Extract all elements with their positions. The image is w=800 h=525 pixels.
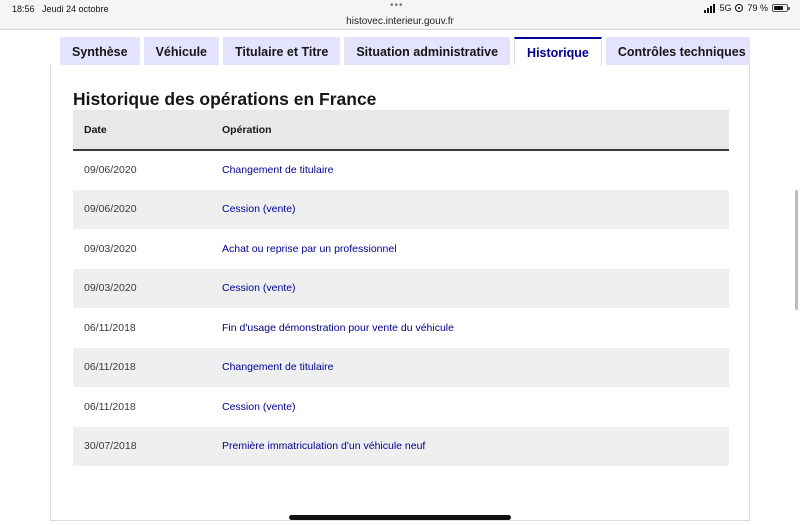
operation-link[interactable]: Cession (vente): [222, 268, 729, 308]
history-panel: Historique des opérations en France Date…: [50, 65, 750, 521]
operation-link[interactable]: Achat ou reprise par un professionnel: [222, 229, 729, 269]
operation-date: 06/11/2018: [73, 347, 222, 387]
tab-controles-techniques[interactable]: Contrôles techniques: [605, 37, 750, 66]
table-row: 06/11/2018 Cession (vente): [73, 387, 729, 427]
operation-date: 09/06/2020: [84, 164, 137, 177]
table-row: 30/07/2018 Première immatriculation d'un …: [73, 426, 729, 466]
tab-bar: Synthèse Véhicule Titulaire et Titre Situat…: [60, 37, 750, 66]
multitasking-dots-icon[interactable]: •••: [390, 0, 404, 11]
operation-date: 06/11/2018: [84, 400, 136, 413]
operation-link[interactable]: Cession (vente): [222, 387, 729, 427]
status-indicators: 5G 79 %: [704, 3, 790, 13]
battery-percent: 79 %: [747, 3, 768, 13]
tab-situation-administrative[interactable]: Situation administrative: [344, 37, 511, 66]
table-row: 09/03/2020 Achat ou reprise par un profes…: [73, 229, 729, 269]
column-header-operation: Opération: [222, 110, 729, 151]
table-row: 06/11/2018 Changement de titulaire: [73, 347, 729, 387]
page-title: Historique des opérations en France: [73, 89, 377, 109]
address-url[interactable]: histovec.interieur.gouv.fr: [0, 16, 800, 27]
operation-date: 09/03/2020: [84, 242, 137, 255]
operation-link[interactable]: Première immatriculation d'un véhicule n…: [222, 426, 729, 466]
table-row: 09/06/2020 Cession (vente): [73, 189, 729, 229]
table-row: 09/06/2020 Changement de titulaire: [73, 150, 729, 190]
operation-link[interactable]: Changement de titulaire: [222, 347, 729, 387]
table-row: 09/03/2020 Cession (vente): [73, 268, 729, 308]
status-bar: 18:56 Jeudi 24 octobre ••• histovec.inte…: [0, 0, 800, 30]
operation-date: 09/03/2020: [73, 268, 222, 308]
network-label: 5G: [719, 3, 732, 13]
operation-link[interactable]: Cession (vente): [222, 189, 729, 229]
scrollbar[interactable]: [795, 190, 798, 310]
table-header-row: Date Opération: [73, 110, 729, 151]
battery-icon: [772, 4, 790, 12]
tab-vehicule[interactable]: Véhicule: [143, 37, 220, 66]
tab-historique[interactable]: Historique: [514, 37, 602, 66]
table-row: 06/11/2018 Fin d'usage démonstration pour…: [73, 308, 729, 348]
location-icon: [735, 4, 744, 12]
operations-table: Date Opération 09/06/2020 Changement de t…: [73, 110, 729, 466]
operation-date: 06/11/2018: [84, 321, 136, 334]
tab-synthese[interactable]: Synthèse: [60, 37, 140, 66]
tab-titulaire-et-titre[interactable]: Titulaire et Titre: [223, 37, 341, 66]
column-header-date: Date: [73, 110, 222, 151]
operation-date: 09/06/2020: [73, 189, 222, 229]
home-indicator[interactable]: [289, 515, 511, 520]
status-date: Jeudi 24 octobre: [42, 4, 109, 14]
status-time: 18:56: [12, 4, 35, 14]
signal-icon: [704, 3, 716, 13]
operation-date: 30/07/2018: [73, 426, 222, 466]
operation-link[interactable]: Changement de titulaire: [222, 150, 729, 190]
operation-link[interactable]: Fin d'usage démonstration pour vente du …: [222, 308, 729, 348]
